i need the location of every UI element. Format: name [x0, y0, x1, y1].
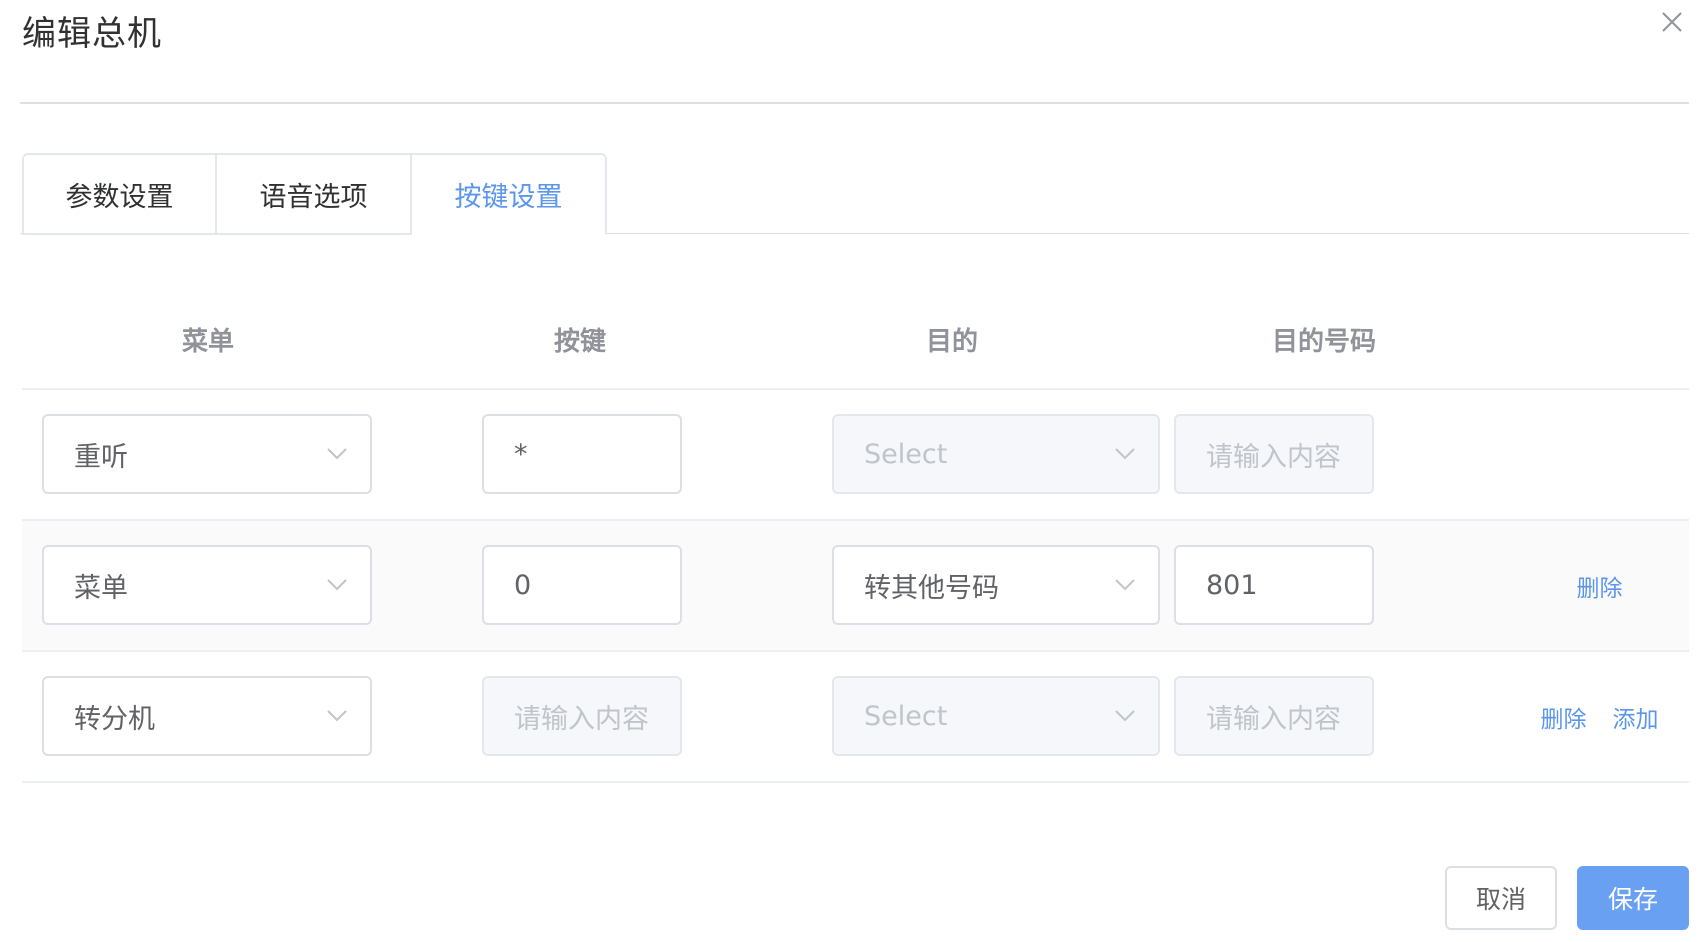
add-link[interactable]: 添加 [1613, 700, 1659, 734]
menu-select-value: 转分机 [74, 703, 155, 735]
menu-select-value: 重听 [74, 441, 128, 473]
target-number-input[interactable]: 请输入内容 [1174, 676, 1374, 756]
header-divider [20, 102, 1689, 104]
menu-select-value: 菜单 [74, 572, 128, 604]
table-header: 菜单 按键 目的 目的号码 [22, 290, 1689, 390]
table-row: 转分机 请输入内容 Select 请输入内容 删除 添加 [22, 652, 1689, 783]
target-select[interactable]: Select [832, 414, 1160, 494]
target-number-placeholder: 请输入内容 [1206, 703, 1341, 735]
save-button[interactable]: 保存 [1577, 866, 1689, 930]
target-select-placeholder: Select [864, 438, 948, 470]
edit-switchboard-dialog: 编辑总机 参数设置 语音选项 按键设置 菜单 按键 目的 目的号码 重听 * S… [0, 0, 1704, 942]
delete-link[interactable]: 删除 [1577, 569, 1623, 603]
table-row: 菜单 0 转其他号码 801 删除 [22, 521, 1689, 652]
tab-bar: 参数设置 语音选项 按键设置 [22, 153, 607, 235]
cancel-button[interactable]: 取消 [1445, 866, 1557, 930]
menu-select[interactable]: 重听 [42, 414, 372, 494]
chevron-down-icon [1115, 579, 1135, 591]
target-number-value: 801 [1206, 569, 1258, 601]
delete-link[interactable]: 删除 [1541, 700, 1587, 734]
key-settings-table: 菜单 按键 目的 目的号码 重听 * Select 请输入内容 菜单 0 转其他… [22, 290, 1689, 783]
chevron-down-icon [327, 579, 347, 591]
header-target-number: 目的号码 [1271, 326, 1376, 357]
menu-select[interactable]: 转分机 [42, 676, 372, 756]
key-input-value: * [514, 438, 528, 470]
close-button[interactable] [1658, 8, 1686, 36]
tab-parameter-settings[interactable]: 参数设置 [22, 153, 217, 235]
key-input[interactable]: 0 [482, 545, 682, 625]
key-input[interactable]: * [482, 414, 682, 494]
target-number-input[interactable]: 801 [1174, 545, 1374, 625]
target-select-value: 转其他号码 [864, 572, 999, 604]
table-row: 重听 * Select 请输入内容 [22, 390, 1689, 521]
close-icon [1662, 12, 1682, 32]
tab-key-settings[interactable]: 按键设置 [412, 153, 607, 235]
key-input[interactable]: 请输入内容 [482, 676, 682, 756]
key-input-value: 0 [514, 569, 532, 601]
menu-select[interactable]: 菜单 [42, 545, 372, 625]
target-select-placeholder: Select [864, 700, 948, 732]
dialog-title: 编辑总机 [22, 14, 162, 54]
chevron-down-icon [327, 448, 347, 460]
target-select[interactable]: 转其他号码 [832, 545, 1160, 625]
header-key: 按键 [553, 326, 606, 357]
chevron-down-icon [1115, 448, 1135, 460]
target-number-placeholder: 请输入内容 [1206, 441, 1341, 473]
header-menu: 菜单 [181, 326, 234, 357]
key-input-placeholder: 请输入内容 [514, 703, 649, 735]
chevron-down-icon [1115, 710, 1135, 722]
tab-voice-options[interactable]: 语音选项 [217, 153, 412, 235]
header-target: 目的 [925, 326, 978, 357]
target-number-input[interactable]: 请输入内容 [1174, 414, 1374, 494]
target-select[interactable]: Select [832, 676, 1160, 756]
chevron-down-icon [327, 710, 347, 722]
